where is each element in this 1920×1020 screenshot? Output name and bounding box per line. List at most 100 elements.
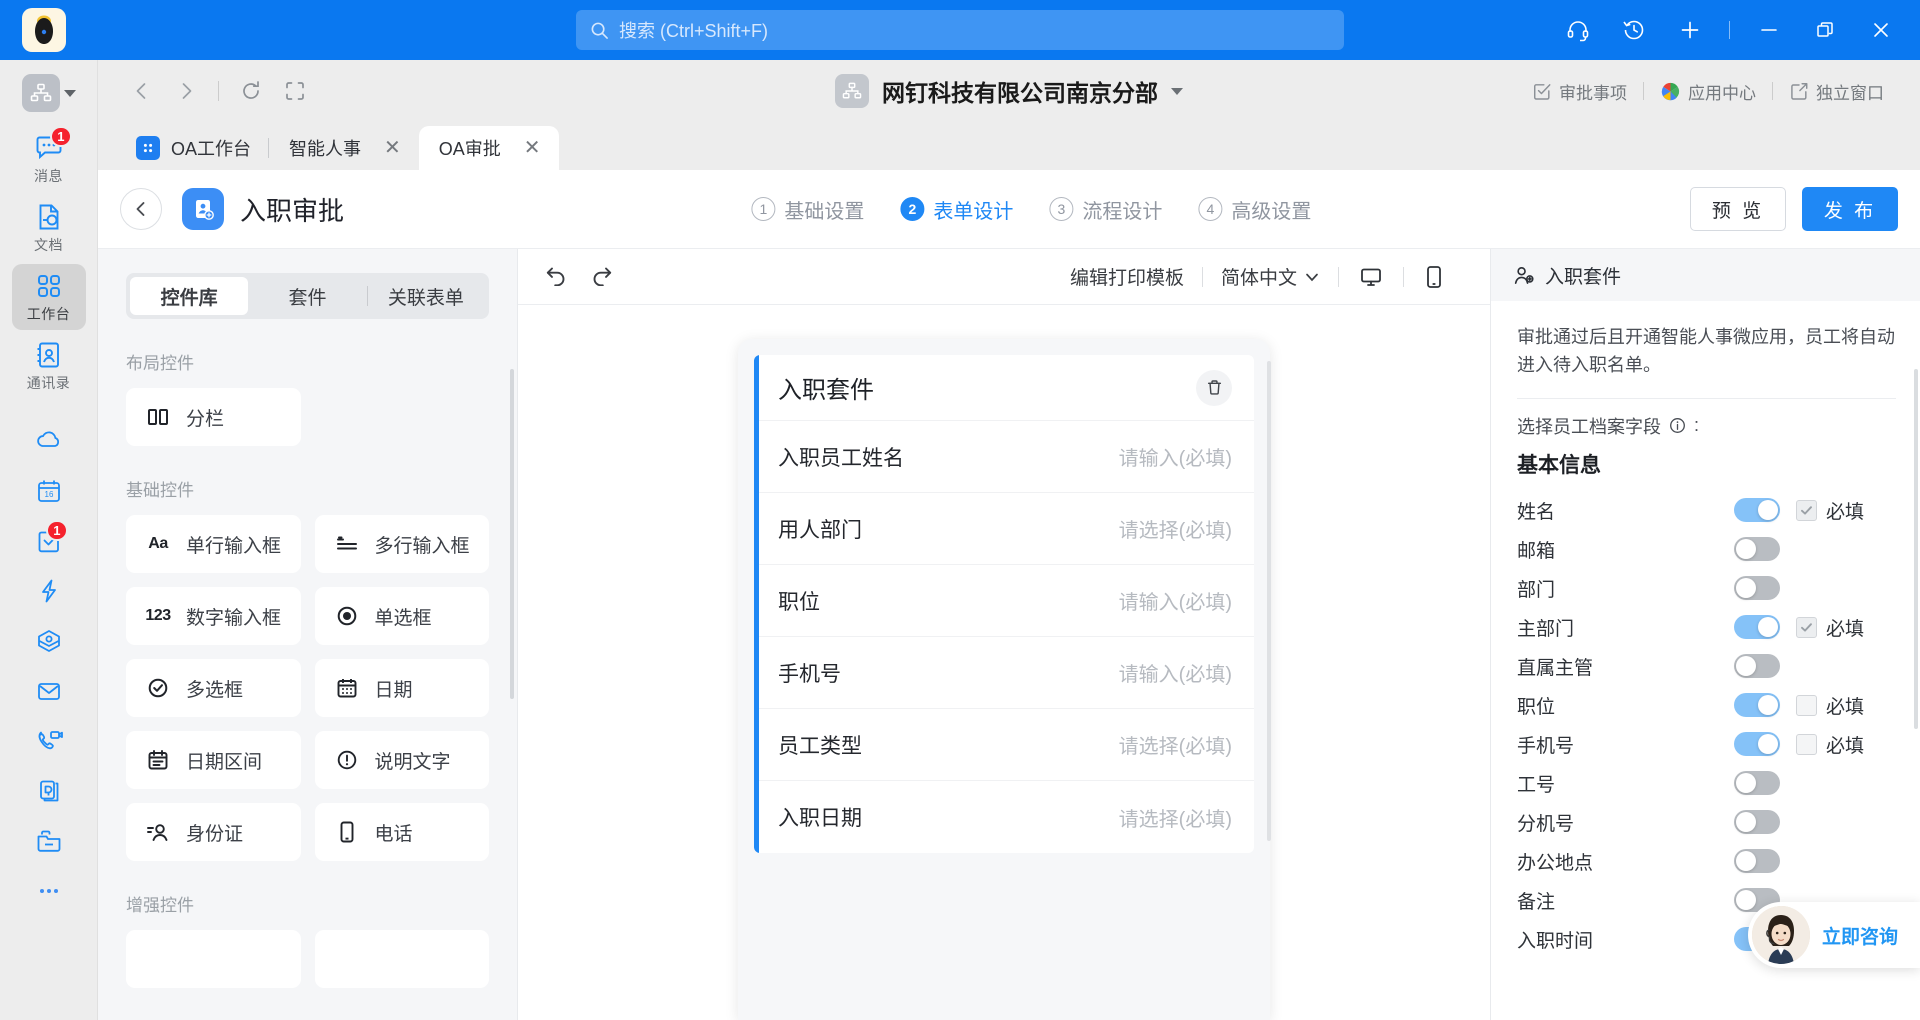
forward-arrow-icon[interactable]	[164, 69, 208, 113]
form-row[interactable]: 入职员工姓名 请输入(必填)	[754, 421, 1254, 493]
widget-date-range[interactable]: 日期区间	[126, 731, 301, 789]
close-icon[interactable]: ✕	[384, 138, 401, 158]
widget-number-input[interactable]: 123 数字输入框	[126, 587, 301, 645]
field-toggle[interactable]	[1734, 576, 1780, 601]
widget-checkbox[interactable]: 多选框	[126, 659, 301, 717]
widget-enhanced-placeholder[interactable]	[126, 930, 301, 988]
field-required[interactable]: 必填	[1796, 692, 1896, 719]
sidebar-item-diamond[interactable]	[12, 616, 86, 666]
close-icon[interactable]	[1858, 10, 1904, 50]
chevron-down-icon[interactable]	[1171, 87, 1183, 95]
sidebar-item-contacts[interactable]: 通讯录	[12, 333, 86, 399]
required-checkbox[interactable]	[1796, 694, 1817, 716]
info-icon[interactable]	[1669, 417, 1686, 434]
sidebar-item-call[interactable]	[12, 716, 86, 766]
field-toggle[interactable]	[1734, 810, 1780, 835]
step-form-design[interactable]: 2 表单设计	[900, 195, 1013, 224]
field-toggle[interactable]	[1734, 732, 1780, 757]
desktop-icon[interactable]	[1339, 265, 1403, 289]
redo-icon[interactable]	[590, 262, 614, 291]
sidebar-item-flash[interactable]	[12, 566, 86, 616]
sidebar-item-workbench[interactable]: 工作台	[11, 264, 86, 330]
sidebar-item-mail[interactable]	[12, 666, 86, 716]
field-toggle[interactable]	[1734, 537, 1780, 562]
tab-suites[interactable]: 套件	[248, 277, 366, 315]
undo-icon[interactable]	[544, 262, 568, 291]
field-required[interactable]: 必填	[1796, 497, 1896, 524]
global-search[interactable]: 搜索 (Ctrl+Shift+F)	[576, 10, 1344, 50]
sidebar-item-todo[interactable]: 1	[12, 516, 86, 566]
left-rail: 1 消息 文档 工作台 通讯录 16 1	[0, 60, 98, 1020]
step-basic-settings[interactable]: 1 基础设置	[751, 195, 864, 224]
widget-description-text[interactable]: 说明文字	[314, 731, 489, 789]
detach-window-link[interactable]: 独立窗口	[1775, 79, 1898, 104]
properties-scrollbar[interactable]	[1914, 369, 1918, 729]
sidebar-item-more[interactable]	[12, 866, 86, 916]
trash-icon[interactable]	[1196, 369, 1232, 406]
page-back-button[interactable]	[120, 188, 162, 230]
edit-print-template-button[interactable]: 编辑打印模板	[1052, 263, 1202, 290]
sidebar-item-messages[interactable]: 1 消息	[12, 126, 86, 192]
widget-columns[interactable]: 分栏	[126, 388, 301, 446]
publish-button[interactable]: 发 布	[1802, 187, 1898, 231]
search-icon	[591, 22, 608, 39]
field-required[interactable]: 必填	[1796, 731, 1896, 758]
support-chat-widget[interactable]: 立即咨询	[1747, 902, 1920, 968]
diamond-icon	[37, 630, 60, 652]
sidebar-item-docs[interactable]	[12, 766, 86, 816]
approval-items-link[interactable]: 审批事项	[1518, 79, 1641, 104]
org-switcher[interactable]	[21, 74, 76, 112]
widget-phone[interactable]: 电话	[314, 803, 489, 861]
field-toggle[interactable]	[1734, 498, 1780, 523]
required-checkbox[interactable]	[1796, 499, 1817, 521]
field-required[interactable]: 必填	[1796, 614, 1896, 641]
field-toggle[interactable]	[1734, 693, 1780, 718]
tab-oa-approval[interactable]: OA审批 ✕	[418, 126, 559, 170]
maximize-icon[interactable]	[1802, 10, 1848, 50]
app-center-link[interactable]: 应用中心	[1646, 79, 1770, 104]
tab-oa-workbench[interactable]: OA工作台	[116, 126, 270, 170]
widget-multi-line-input[interactable]: 多行输入框	[314, 515, 489, 573]
form-row[interactable]: 入职日期 请选择(必填)	[754, 781, 1254, 853]
form-row[interactable]: 用人部门 请选择(必填)	[754, 493, 1254, 565]
form-row[interactable]: 员工类型 请选择(必填)	[754, 709, 1254, 781]
mobile-icon[interactable]	[1404, 265, 1464, 289]
sidebar-item-cloud[interactable]	[12, 416, 86, 466]
step-process-design[interactable]: 3 流程设计	[1049, 195, 1162, 224]
sidebar-item-folder[interactable]	[12, 816, 86, 866]
language-selector[interactable]: 简体中文	[1203, 263, 1338, 290]
tab-smart-hr[interactable]: 智能人事 ✕	[269, 126, 419, 170]
field-toggle[interactable]	[1734, 615, 1780, 640]
back-arrow-icon[interactable]	[120, 69, 164, 113]
widget-id-card[interactable]: 身份证	[126, 803, 301, 861]
preview-button[interactable]: 预 览	[1690, 187, 1786, 231]
minimize-icon[interactable]	[1746, 10, 1792, 50]
close-icon[interactable]: ✕	[524, 138, 541, 158]
sidebar-item-calendar[interactable]: 16	[12, 466, 86, 516]
canvas-scrollbar[interactable]	[1267, 361, 1271, 841]
widget-date[interactable]: 日期	[314, 659, 489, 717]
fullscreen-icon[interactable]	[273, 69, 317, 113]
widget-radio[interactable]: 单选框	[314, 587, 489, 645]
headset-icon[interactable]	[1555, 10, 1601, 50]
form-row[interactable]: 手机号 请输入(必填)	[754, 637, 1254, 709]
required-checkbox[interactable]	[1796, 616, 1817, 638]
form-suite-card[interactable]: 入职套件 入职员工姓名 请输入(必填) 用人部门 请选择(必填) 职位 请输入(…	[754, 355, 1254, 853]
widget-single-line-input[interactable]: Aa 单行输入框	[126, 515, 301, 573]
field-toggle[interactable]	[1734, 849, 1780, 874]
org-title[interactable]: 网钉科技有限公司南京分部	[835, 74, 1183, 108]
calendar-icon	[335, 676, 359, 700]
refresh-icon[interactable]	[229, 69, 273, 113]
field-toggle[interactable]	[1734, 771, 1780, 796]
library-scrollbar[interactable]	[510, 369, 514, 699]
step-advanced-settings[interactable]: 4 高级设置	[1198, 195, 1311, 224]
history-icon[interactable]	[1611, 10, 1657, 50]
sidebar-item-documents[interactable]: 文档	[12, 195, 86, 261]
required-checkbox[interactable]	[1796, 733, 1817, 755]
tab-control-library[interactable]: 控件库	[130, 277, 249, 315]
plus-icon[interactable]	[1667, 10, 1713, 50]
form-row[interactable]: 职位 请输入(必填)	[754, 565, 1254, 637]
widget-enhanced-placeholder[interactable]	[314, 930, 489, 988]
field-toggle[interactable]	[1734, 654, 1780, 679]
tab-linked-forms[interactable]: 关联表单	[366, 277, 485, 315]
